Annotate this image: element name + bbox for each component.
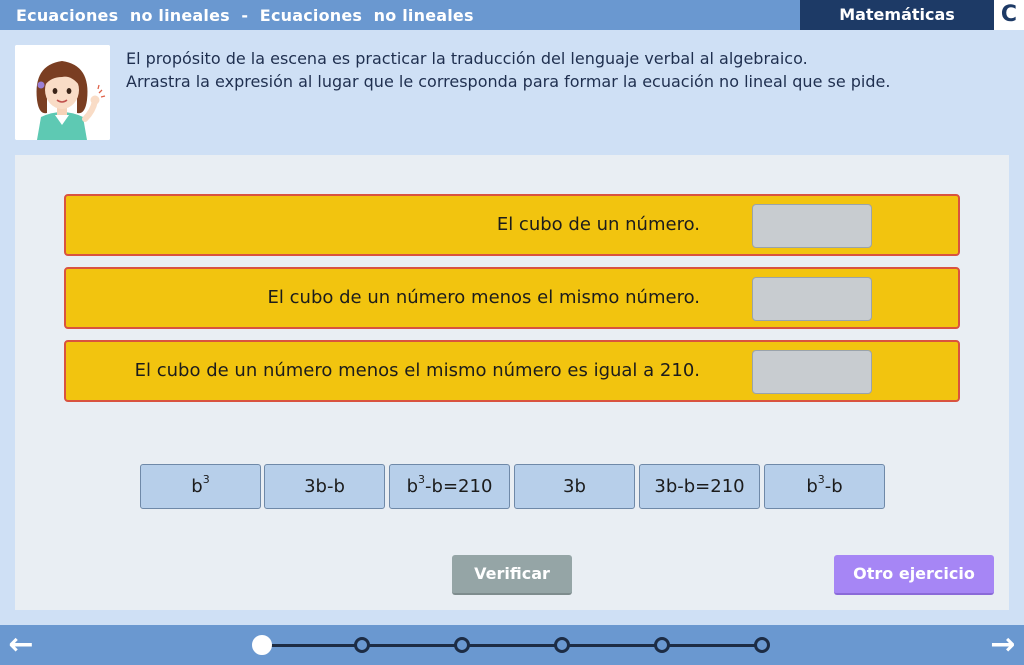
progress-step-2[interactable] [354,637,370,653]
drop-slot-3[interactable] [752,350,872,394]
option-base: 3b-b [304,476,345,497]
verify-button[interactable]: Verificar [452,555,572,595]
bottom-nav-bar: ← → [0,625,1024,665]
arrow-left-icon[interactable]: ← [4,629,38,661]
option-tile[interactable]: b3 [140,464,261,509]
option-rest: -b [824,476,843,497]
arrow-right-icon[interactable]: → [986,629,1020,661]
drop-slot-1[interactable] [752,204,872,248]
option-base: b [406,476,419,497]
question-row-3: El cubo de un número menos el mismo núme… [64,340,960,402]
question-row-2: El cubo de un número menos el mismo núme… [64,267,960,329]
option-tile[interactable]: b3-b [764,464,885,509]
instructions-line-1: El propósito de la escena es practicar l… [126,49,808,68]
question-text: El cubo de un número menos el mismo núme… [134,360,700,381]
option-tile[interactable]: 3b [514,464,635,509]
option-rest: -b=210 [425,476,493,497]
teacher-avatar [15,45,110,140]
progress-track [262,644,762,647]
option-base: b [806,476,818,497]
instructions: El propósito de la escena es practicar l… [126,47,1006,93]
option-base: b [191,476,203,497]
question-text: El cubo de un número menos el mismo núme… [267,287,700,308]
question-text: El cubo de un número. [496,214,700,235]
option-tile[interactable]: 3b-b [264,464,385,509]
option-tile[interactable]: b3-b=210 [389,464,510,509]
progress-step-5[interactable] [654,637,670,653]
progress-step-6[interactable] [754,637,770,653]
teacher-illustration-icon [15,45,110,140]
progress-step-4[interactable] [554,637,570,653]
top-bar: Ecuaciones no lineales - Ecuaciones no l… [0,0,1024,30]
option-exponent: 3 [202,473,210,486]
option-tile[interactable]: 3b-b=210 [639,464,760,509]
logo-letter: C [1000,2,1018,27]
option-base: 3b [563,476,586,497]
new-exercise-button[interactable]: Otro ejercicio [834,555,994,595]
progress-step-3[interactable] [454,637,470,653]
option-exponent: 3 [418,473,426,486]
drop-slot-2[interactable] [752,277,872,321]
app-logo[interactable]: C [994,0,1024,30]
option-base: 3b-b=210 [654,476,745,497]
progress-step-1[interactable] [252,635,272,655]
subject-label: Matemáticas [800,0,994,30]
question-row-1: El cubo de un número. [64,194,960,256]
option-exponent: 3 [817,473,825,486]
instructions-line-2: Arrastra la expresión al lugar que le co… [126,72,891,91]
page-title: Ecuaciones no lineales - Ecuaciones no l… [16,6,474,25]
